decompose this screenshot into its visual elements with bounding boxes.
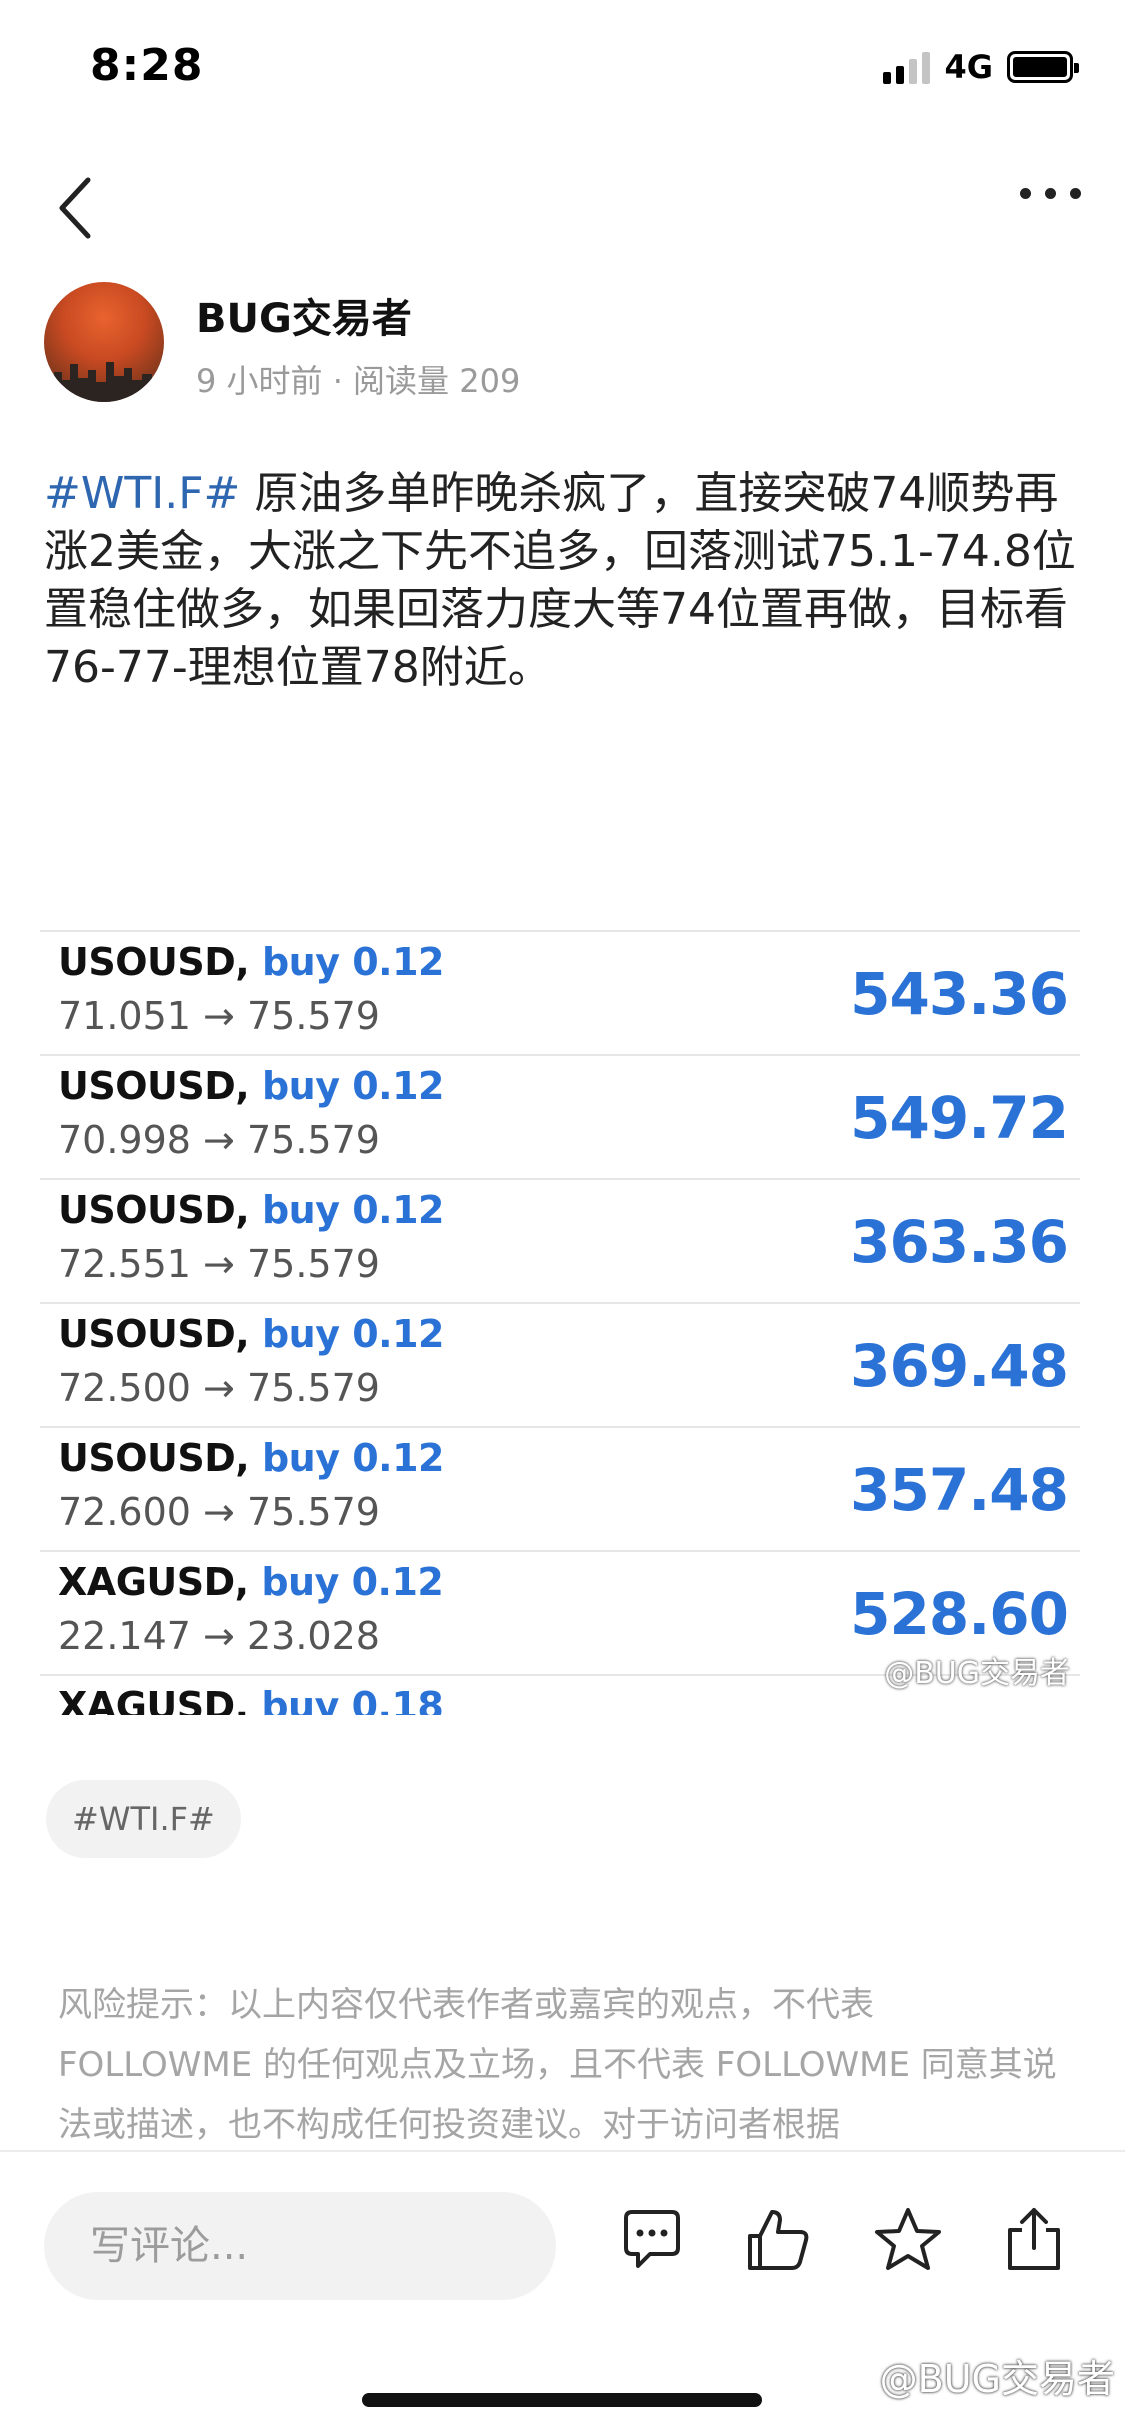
network-label: 4G: [944, 48, 993, 86]
topic-tag[interactable]: #WTI.F#: [46, 1780, 241, 1858]
trade-side: buy 0.18: [261, 1684, 444, 1715]
author-name[interactable]: BUG交易者: [196, 286, 412, 344]
trade-symbol: USOUSD,: [58, 1436, 250, 1480]
trade-profit: 357.48: [850, 1456, 1069, 1524]
back-icon[interactable]: [48, 168, 108, 248]
comment-input[interactable]: 写评论...: [44, 2192, 556, 2300]
like-icon[interactable]: [742, 2204, 814, 2276]
page-watermark: @BUG交易者: [879, 2357, 1115, 2401]
trade-row: USOUSD, buy 0.12 72.500 → 75.579 369.48: [40, 1302, 1080, 1426]
trade-side: buy 0.12: [261, 1312, 445, 1356]
trade-symbol: XAGUSD,: [58, 1684, 249, 1715]
trade-symbol: USOUSD,: [58, 940, 250, 984]
trade-symbol: XAGUSD,: [58, 1560, 249, 1604]
trade-side: buy 0.12: [261, 1188, 445, 1232]
trade-symbol: USOUSD,: [58, 1312, 250, 1356]
trade-row: USOUSD, buy 0.12 70.998 → 75.579 549.72: [40, 1054, 1080, 1178]
battery-icon: [1007, 51, 1079, 83]
trade-profit: 543.36: [850, 960, 1069, 1028]
trade-row: USOUSD, buy 0.12 72.600 → 75.579 357.48: [40, 1426, 1080, 1550]
trade-profit: 369.48: [850, 1332, 1069, 1400]
trade-prices: 72.500 → 75.579: [58, 1366, 380, 1410]
trade-profit: 549.72: [850, 1084, 1069, 1152]
trade-prices: 70.998 → 75.579: [58, 1118, 380, 1162]
share-icon[interactable]: [998, 2204, 1070, 2276]
trades-image[interactable]: USOUSD, buy 0.12 71.051 → 75.579 543.36 …: [40, 930, 1080, 1715]
status-indicators: 4G: [883, 48, 1079, 86]
hashtag-link[interactable]: #WTI.F#: [44, 468, 240, 519]
trade-symbol: USOUSD,: [58, 1064, 250, 1108]
trade-prices: 71.051 → 75.579: [58, 994, 380, 1038]
trade-prices: 72.600 → 75.579: [58, 1490, 380, 1534]
post-meta: 9 小时前 · 阅读量 209: [196, 362, 521, 400]
trade-prices: 22.147 → 23.028: [58, 1614, 380, 1658]
status-bar: 8:28 4G: [0, 0, 1125, 140]
avatar[interactable]: [44, 282, 164, 402]
more-icon[interactable]: [1020, 188, 1081, 199]
comment-icon[interactable]: [616, 2204, 688, 2276]
trade-side: buy 0.12: [261, 1560, 444, 1604]
trade-row: USOUSD, buy 0.12 72.551 → 75.579 363.36: [40, 1178, 1080, 1302]
trade-row: USOUSD, buy 0.12 71.051 → 75.579 543.36: [40, 930, 1080, 1054]
trade-profit: 363.36: [850, 1208, 1069, 1276]
post-content: #WTI.F# 原油多单昨晚杀疯了，直接突破74顺势再涨2美金，大涨之下先不追多…: [44, 465, 1084, 697]
trade-prices: 72.551 → 75.579: [58, 1242, 380, 1286]
trade-side: buy 0.12: [261, 1436, 445, 1480]
signal-icon: [883, 50, 931, 84]
trade-profit: 528.60: [850, 1580, 1069, 1648]
star-icon[interactable]: [872, 2204, 944, 2276]
trade-symbol: USOUSD,: [58, 1188, 250, 1232]
image-watermark: @BUG交易者: [884, 1656, 1070, 1691]
status-time: 8:28: [90, 40, 204, 91]
trade-side: buy 0.12: [261, 940, 445, 984]
risk-disclaimer: 风险提示：以上内容仅代表作者或嘉宾的观点，不代表 FOLLOWME 的任何观点及…: [58, 1985, 1057, 2145]
home-indicator[interactable]: [362, 2393, 762, 2407]
trade-side: buy 0.12: [261, 1064, 445, 1108]
